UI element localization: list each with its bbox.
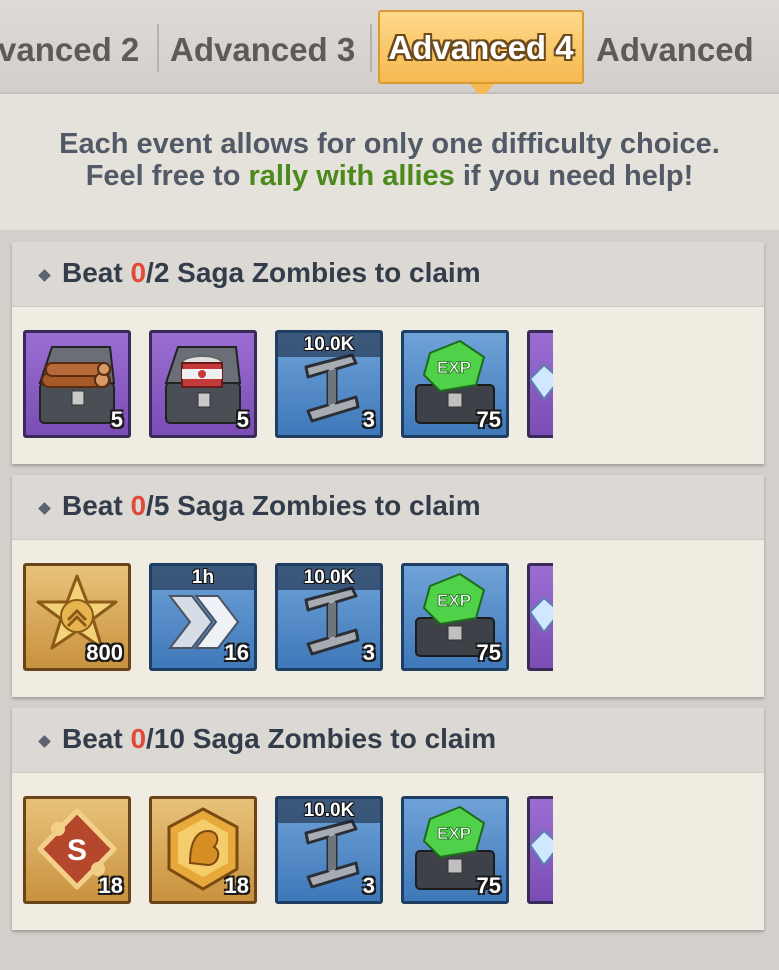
- reward-item[interactable]: 18: [149, 796, 257, 904]
- task-progress-current: 0: [130, 257, 147, 288]
- task-card: Beat 0/2 Saga Zombies to claim 5 5 10.0K…: [12, 242, 764, 464]
- reward-quantity: 3: [362, 407, 375, 432]
- reward-list: S 18 18 10.0K 3 EXP 75: [23, 796, 553, 910]
- task-header: Beat 0/10 Saga Zombies to claim: [12, 708, 764, 773]
- reward-quantity: 16: [224, 640, 249, 665]
- svg-text:S: S: [67, 834, 87, 867]
- reward-item[interactable]: [527, 796, 553, 904]
- reward-item[interactable]: [527, 330, 553, 438]
- task-header: Beat 0/2 Saga Zombies to claim: [12, 242, 764, 307]
- reward-item[interactable]: S 18: [23, 796, 131, 904]
- diamond-bullet-icon: [38, 269, 51, 282]
- task-title: Beat 0/5 Saga Zombies to claim: [62, 490, 481, 521]
- task-title: Beat 0/10 Saga Zombies to claim: [62, 723, 497, 754]
- reward-item[interactable]: 5: [23, 330, 131, 438]
- tab-advanced-3[interactable]: Advanced 3: [170, 18, 355, 82]
- tab-advanced-2[interactable]: vanced 2: [0, 18, 139, 82]
- reward-item[interactable]: EXP 75: [401, 330, 509, 438]
- reward-item[interactable]: 1h 16: [149, 563, 257, 671]
- task-header: Beat 0/5 Saga Zombies to claim: [12, 475, 764, 540]
- task-card: Beat 0/10 Saga Zombies to claim S 18 18 1…: [12, 708, 764, 930]
- tab-divider: [370, 24, 372, 72]
- reward-item[interactable]: 10.0K 3: [275, 796, 383, 904]
- reward-list: 800 1h 16 10.0K 3 EXP 75: [23, 563, 553, 677]
- svg-text:EXP: EXP: [437, 824, 471, 843]
- info-line-2: Feel free to rally with allies if you ne…: [85, 160, 694, 192]
- reward-amount-label: 1h: [152, 566, 254, 590]
- reward-item[interactable]: EXP 75: [401, 563, 509, 671]
- reward-amount-label: 10.0K: [278, 333, 380, 357]
- reward-quantity: 18: [224, 873, 249, 898]
- svg-text:EXP: EXP: [437, 591, 471, 610]
- reward-quantity: 3: [362, 873, 375, 898]
- reward-quantity: 75: [476, 873, 501, 898]
- info-panel: Each event allows for only one difficult…: [0, 94, 779, 230]
- difficulty-tab-bar: vanced 2 Advanced 3 Advanced 4 Advanced: [0, 0, 779, 98]
- reward-list: 5 5 10.0K 3 EXP 75: [23, 330, 553, 444]
- reward-quantity: 75: [476, 640, 501, 665]
- reward-quantity: 5: [236, 407, 249, 432]
- reward-item[interactable]: 800: [23, 563, 131, 671]
- task-card: Beat 0/5 Saga Zombies to claim 800 1h 16 …: [12, 475, 764, 697]
- reward-item[interactable]: 5: [149, 330, 257, 438]
- reward-amount-label: 10.0K: [278, 566, 380, 590]
- task-progress-current: 0: [130, 723, 147, 754]
- rally-highlight: rally with allies: [248, 160, 455, 192]
- reward-quantity: 75: [476, 407, 501, 432]
- tab-advanced-5[interactable]: Advanced: [596, 18, 754, 82]
- diamond-bullet-icon: [38, 735, 51, 748]
- task-progress-current: 0: [130, 490, 147, 521]
- reward-item[interactable]: 10.0K 3: [275, 563, 383, 671]
- info-line-1: Each event allows for only one difficult…: [59, 128, 720, 160]
- reward-quantity: 18: [98, 873, 123, 898]
- reward-amount-label: 10.0K: [278, 799, 380, 823]
- reward-item[interactable]: EXP 75: [401, 796, 509, 904]
- task-title: Beat 0/2 Saga Zombies to claim: [62, 257, 481, 288]
- reward-quantity: 3: [362, 640, 375, 665]
- reward-item[interactable]: [527, 563, 553, 671]
- reward-item[interactable]: 10.0K 3: [275, 330, 383, 438]
- tab-advanced-4[interactable]: Advanced 4: [378, 10, 584, 84]
- svg-text:EXP: EXP: [437, 358, 471, 377]
- reward-quantity: 5: [110, 407, 123, 432]
- diamond-bullet-icon: [38, 502, 51, 515]
- tab-divider: [157, 24, 159, 72]
- reward-quantity: 800: [86, 640, 123, 665]
